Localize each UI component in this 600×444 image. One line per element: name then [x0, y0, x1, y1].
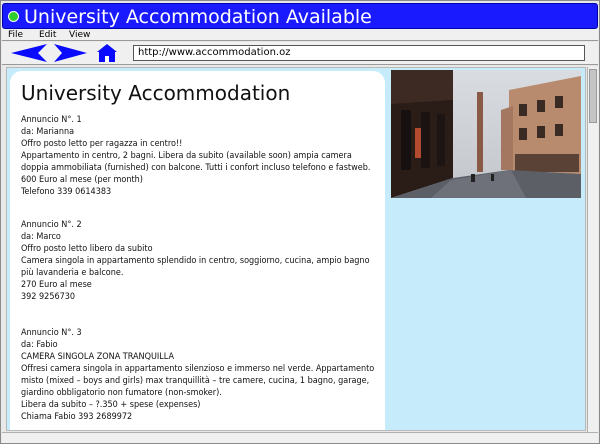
listing-description: Appartamento in centro, 2 bagni. Libera …	[21, 151, 352, 161]
menu-file[interactable]: File	[8, 29, 23, 41]
page-title: University Accommodation	[21, 81, 291, 105]
listing-author: da: Marianna	[21, 127, 75, 137]
window-title: University Accommodation Available	[24, 6, 372, 28]
listing-price: Libera da subito – ?.350 + spese (expens…	[21, 400, 201, 410]
back-arrow-icon[interactable]	[10, 42, 50, 64]
title-bar: University Accommodation Available	[2, 3, 598, 29]
listing-3: Annuncio N°. 3 da: Fabio CAMERA SINGOLA …	[21, 327, 381, 423]
menu-bar: File Edit View	[2, 29, 598, 41]
listing-description: più lavanderia e balcone.	[21, 268, 124, 278]
horizontal-scrollbar[interactable]	[2, 432, 598, 443]
listing-heading: Annuncio N°. 3	[21, 328, 82, 338]
vertical-scrollbar[interactable]	[587, 67, 598, 432]
content-card: University Accommodation Annuncio N°. 1 …	[10, 71, 385, 430]
listing-headline: Offro posto letto per ragazza in centro!…	[21, 139, 183, 149]
street-photo	[391, 70, 581, 198]
listing-contact: Chiama Fabio 393 2689972	[21, 412, 133, 422]
listing-heading: Annuncio N°. 1	[21, 115, 82, 125]
home-icon[interactable]	[96, 42, 118, 64]
listing-description: giardino obbligatorio non fumatore (non-…	[21, 388, 222, 398]
scrollbar-thumb[interactable]	[589, 69, 597, 123]
listing-author: da: Marco	[21, 232, 61, 242]
listing-price: 600 Euro al mese (per month)	[21, 175, 143, 185]
listing-1: Annuncio N°. 1 da: Marianna Offro posto …	[21, 114, 381, 198]
listing-headline: CAMERA SINGOLA ZONA TRANQUILLA	[21, 352, 175, 362]
listing-description: doppia ammobiliata (furnished) con balco…	[21, 163, 371, 173]
listing-headline: Offro posto letto libero da subito	[21, 244, 153, 254]
listing-description: misto (mixed – boys and girls) max tranq…	[21, 376, 370, 386]
page-viewport: University Accommodation Annuncio N°. 1 …	[6, 67, 586, 431]
address-bar[interactable]: http://www.accommodation.oz	[133, 45, 585, 61]
window-status-icon[interactable]	[8, 11, 19, 22]
browser-window: University Accommodation Available File …	[0, 0, 600, 444]
menu-edit[interactable]: Edit	[39, 29, 56, 41]
listing-heading: Annuncio N°. 2	[21, 220, 82, 230]
toolbar: http://www.accommodation.oz	[2, 42, 598, 65]
listing-contact: Telefono 339 0614383	[21, 187, 112, 197]
listing-2: Annuncio N°. 2 da: Marco Offro posto let…	[21, 219, 381, 303]
listing-contact: 392 9256730	[21, 292, 76, 302]
listing-description: Camera singola in appartamento splendido…	[21, 256, 370, 266]
menu-view[interactable]: View	[69, 29, 90, 41]
listing-price: 270 Euro al mese	[21, 280, 92, 290]
forward-arrow-icon[interactable]	[52, 42, 88, 64]
listing-description: Offresi camera singola in appartamento s…	[21, 364, 375, 374]
listing-author: da: Fabio	[21, 340, 58, 350]
